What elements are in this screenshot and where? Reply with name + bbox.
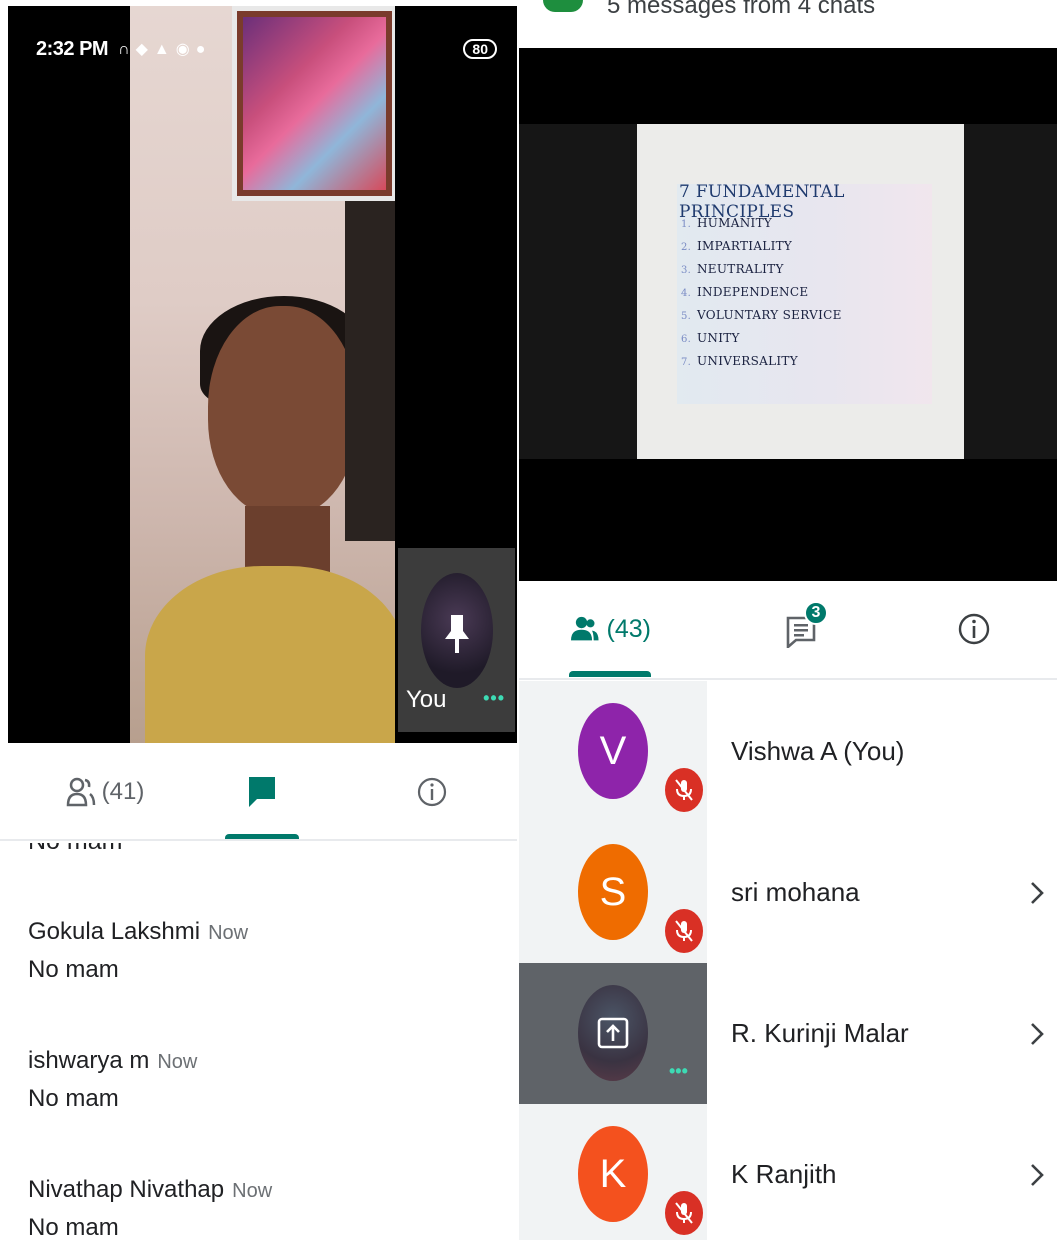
- info-icon: [958, 613, 990, 645]
- slide-list-item: 5. VOLUNTARY SERVICE: [681, 308, 842, 322]
- slide-list-item: 4. INDEPENDENCE: [681, 285, 809, 299]
- chat-message-partial: No mam: [28, 843, 122, 856]
- slide-list-item: 6. UNITY: [681, 331, 740, 345]
- active-tab-indicator: [225, 834, 299, 839]
- chat-message: ishwarya m Now No mam: [28, 1047, 197, 1113]
- avatar: S: [578, 844, 648, 940]
- tab-people[interactable]: (43): [571, 581, 651, 677]
- chat-list[interactable]: No mam Gokula Lakshmi Now No mam ishwarya…: [0, 843, 517, 1240]
- chat-unread-badge: 3: [804, 601, 828, 625]
- presentation-view: 7 FUNDAMENTAL PRINCIPLES 1. HUMANITY 2. IM…: [519, 48, 1057, 581]
- chat-sender: Nivathap Nivathap: [28, 1176, 225, 1203]
- battery-indicator: 80: [463, 39, 497, 59]
- info-icon: [417, 777, 447, 807]
- participant-name: sri mohana: [731, 877, 860, 907]
- notification-banner[interactable]: 5 messages from 4 chats: [519, 0, 1057, 48]
- avatar: K: [578, 1126, 648, 1222]
- presentation-slide: 7 FUNDAMENTAL PRINCIPLES 1. HUMANITY 2. IM…: [637, 124, 964, 459]
- notification-text: 5 messages from 4 chats: [607, 0, 876, 19]
- pin-icon: [445, 615, 469, 653]
- chat-message: Nivathap Nivathap Now No mam: [28, 1176, 272, 1240]
- mic-off-icon: [665, 1191, 703, 1235]
- location-pin-icon: ●: [195, 41, 212, 58]
- mic-off-icon: [665, 909, 703, 953]
- right-tab-bar: (43) 3: [519, 581, 1057, 680]
- participant-row[interactable]: V Vishwa A (You): [519, 681, 1057, 822]
- participant-name: Vishwa A (You): [731, 736, 905, 766]
- left-screen: 2:32 PM ∩◆▲◉● 80 You ••• (41) Gokula Lak…: [0, 0, 517, 1240]
- slide-list: 1. HUMANITY 2. IMPARTIALITY 3. NEUTRALITY 4…: [681, 216, 842, 377]
- location-icon: ◉: [175, 41, 196, 58]
- tab-chat[interactable]: 3: [774, 581, 830, 677]
- self-video-tile[interactable]: You •••: [398, 548, 515, 732]
- participant-name: K Ranjith: [731, 1159, 837, 1189]
- self-avatar: [421, 573, 493, 688]
- chevron-right-icon[interactable]: [1029, 963, 1045, 1104]
- tab-people-count: (43): [606, 614, 651, 643]
- slide-list-item: 3. NEUTRALITY: [681, 262, 784, 276]
- chat-text: No mam: [28, 1085, 119, 1112]
- screen-share-icon: [597, 1017, 629, 1049]
- avatar: V: [578, 703, 648, 799]
- right-screen: 5 messages from 4 chats 7 FUNDAMENTAL PR…: [519, 0, 1057, 1240]
- avatar: [578, 985, 648, 1081]
- tab-info[interactable]: [956, 581, 992, 677]
- self-label: You: [406, 686, 447, 713]
- chat-time: Now: [232, 1180, 273, 1202]
- participant-row[interactable]: K K Ranjith: [519, 1104, 1057, 1240]
- warning-icon: ▲: [153, 41, 176, 58]
- video-feed: [130, 6, 395, 743]
- tab-info[interactable]: [405, 743, 459, 841]
- tab-people-count: (41): [101, 778, 145, 805]
- chat-time: Now: [208, 922, 249, 944]
- chat-time: Now: [157, 1051, 198, 1073]
- slide-list-item: 1. HUMANITY: [681, 216, 773, 230]
- speaking-indicator-icon: •••: [483, 688, 505, 708]
- shield-icon: ◆: [135, 41, 154, 58]
- speaker-face: [208, 306, 358, 516]
- speaking-indicator-icon: •••: [669, 1061, 688, 1081]
- status-icons: ∩◆▲◉●: [118, 39, 211, 59]
- main-video: 2:32 PM ∩◆▲◉● 80 You •••: [8, 6, 517, 743]
- chevron-right-icon[interactable]: [1029, 822, 1045, 963]
- chat-icon: [249, 777, 275, 807]
- chat-text: No mam: [28, 956, 119, 983]
- chat-sender: Gokula Lakshmi: [28, 918, 201, 945]
- tab-people[interactable]: (41): [50, 743, 160, 841]
- mic-off-icon: [665, 768, 703, 812]
- headphones-icon: ∩: [118, 41, 136, 58]
- participant-row[interactable]: ••• R. Kurinji Malar: [519, 963, 1057, 1104]
- slide-list-item: 7. UNIVERSALITY: [681, 354, 798, 368]
- people-icon: [571, 616, 599, 641]
- slide-list-item: 2. IMPARTIALITY: [681, 239, 793, 253]
- people-icon: [66, 777, 95, 807]
- participant-list[interactable]: V Vishwa A (You) S sri mohana ••• R. Kur…: [519, 681, 1057, 1240]
- messages-app-icon: [543, 0, 583, 12]
- status-time: 2:32 PM: [36, 37, 109, 60]
- chat-text: No mam: [28, 1214, 119, 1240]
- active-tab-indicator: [569, 671, 651, 677]
- tab-chat[interactable]: [225, 743, 299, 841]
- status-bar: 2:32 PM ∩◆▲◉● 80: [36, 34, 497, 64]
- participant-row[interactable]: S sri mohana: [519, 822, 1057, 963]
- participant-name: R. Kurinji Malar: [731, 1018, 909, 1048]
- chat-sender: ishwarya m: [28, 1047, 150, 1074]
- chevron-right-icon[interactable]: [1029, 1104, 1045, 1240]
- chat-message: Gokula Lakshmi Now No mam: [28, 918, 248, 984]
- left-tab-bar: (41): [0, 743, 517, 841]
